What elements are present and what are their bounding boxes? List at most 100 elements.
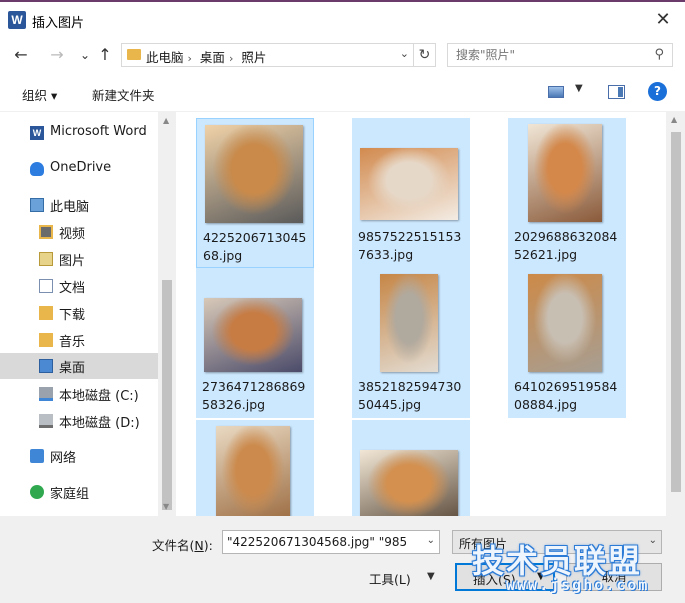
file-name: 9857522515153 7633.jpg: [358, 229, 462, 262]
sidebar-item-label: 网络: [50, 451, 77, 466]
navigation-pane-scrollbar[interactable]: ▲ ▼: [158, 112, 176, 516]
sidebar-item-onedrive[interactable]: OneDrive: [0, 156, 158, 182]
search-box[interactable]: ⚲: [447, 43, 673, 67]
sidebar-item-label: 图片: [59, 254, 86, 269]
search-icon[interactable]: ⚲: [654, 47, 664, 62]
sidebar-item-label: 下载: [59, 308, 86, 323]
breadcrumb-item-photos[interactable]: 照片: [241, 47, 266, 66]
file-thumbnail-3: [204, 298, 302, 372]
sidebar-item-label: 文档: [59, 281, 86, 296]
folder-icon: [127, 49, 141, 60]
documents-folder-icon: [39, 279, 53, 293]
file-tile[interactable]: [196, 420, 314, 516]
breadcrumb-separator-icon: ›: [187, 52, 192, 65]
sidebar-item-network[interactable]: 网络: [0, 443, 158, 469]
refresh-icon[interactable]: ↻: [414, 43, 436, 67]
sidebar-item-drive-c[interactable]: 本地磁盘 (C:): [0, 381, 158, 407]
file-name: 3852182594730 50445.jpg: [358, 379, 462, 412]
sidebar-item-label: 家庭组: [50, 487, 90, 502]
cancel-button[interactable]: 取消: [566, 563, 662, 591]
drive-c-icon: [39, 387, 53, 401]
downloads-folder-icon: [39, 306, 53, 320]
drive-d-icon: [39, 414, 53, 428]
breadcrumb-item-this-pc[interactable]: 此电脑: [146, 47, 184, 66]
file-tile[interactable]: 6410269519584 08884.jpg: [508, 268, 626, 418]
recent-locations-chevron-icon[interactable]: ⌄: [74, 44, 96, 66]
sidebar-item-pictures[interactable]: 图片: [0, 246, 158, 272]
insert-button-label: 插入(S): [473, 572, 516, 587]
forward-arrow-icon[interactable]: →: [46, 44, 68, 66]
videos-folder-icon: [39, 225, 53, 239]
sidebar-item-this-pc[interactable]: 此电脑: [0, 192, 158, 218]
scroll-up-icon[interactable]: ▲: [163, 116, 169, 125]
file-tile[interactable]: 2736471286869 58326.jpg: [196, 268, 314, 418]
computer-icon: [30, 198, 44, 212]
file-list-scrollbar[interactable]: ▲: [666, 112, 685, 516]
insert-dropdown-icon[interactable]: ▼: [537, 571, 545, 582]
chevron-down-icon[interactable]: ⌄: [649, 535, 657, 546]
file-tile[interactable]: 3852182594730 50445.jpg: [352, 268, 470, 418]
sidebar-item-label: Microsoft Word: [50, 124, 147, 139]
insert-button[interactable]: 插入(S) ▼: [455, 563, 555, 591]
chevron-down-icon[interactable]: ⌄: [427, 535, 435, 546]
sidebar-item-music[interactable]: 音乐: [0, 327, 158, 353]
file-name: 6410269519584 08884.jpg: [514, 379, 618, 412]
sidebar-item-desktop[interactable]: 桌面: [0, 353, 158, 379]
network-icon: [30, 449, 44, 463]
file-thumbnail-6: [216, 426, 290, 516]
scrollbar-thumb[interactable]: [162, 280, 172, 510]
new-folder-button[interactable]: 新建文件夹: [92, 85, 155, 104]
file-tile[interactable]: 2029688632084 52621.jpg: [508, 118, 626, 268]
sidebar-item-documents[interactable]: 文档: [0, 273, 158, 299]
view-dropdown-icon[interactable]: ▼: [575, 83, 583, 94]
sidebar-item-label: 桌面: [59, 361, 86, 376]
file-tile[interactable]: 9857522515153 7633.jpg: [352, 118, 470, 268]
pictures-folder-icon: [39, 252, 53, 266]
file-thumbnail-7: [360, 450, 458, 516]
file-tile[interactable]: 4225206713045 68.jpg: [196, 118, 314, 268]
music-folder-icon: [39, 333, 53, 347]
file-thumbnail-0: [205, 125, 303, 223]
dialog-footer: 文件名(N): "422520671304568.jpg" "985 ⌄ 所有图…: [0, 516, 685, 603]
back-arrow-icon[interactable]: ←: [10, 44, 32, 66]
address-dropdown-icon[interactable]: ⌄: [400, 47, 409, 60]
sidebar-item-label: 本地磁盘 (C:): [59, 389, 139, 404]
onedrive-icon: [30, 162, 44, 176]
sidebar-item-label: 此电脑: [50, 200, 90, 215]
file-thumbnail-5: [528, 274, 602, 372]
help-icon[interactable]: ?: [648, 82, 667, 101]
filename-label: 文件名(N):: [152, 538, 213, 553]
navigation-bar: ← → ⌄ ↑ 此电脑›桌面›照片 ⌄ ↻ ⚲: [0, 38, 685, 74]
breadcrumb-item-desktop[interactable]: 桌面: [200, 47, 225, 66]
file-type-select[interactable]: 所有图片 ⌄: [452, 530, 662, 554]
organize-button[interactable]: 组织 ▾: [22, 85, 57, 104]
up-arrow-icon[interactable]: ↑: [94, 44, 116, 66]
tools-button[interactable]: 工具(L): [369, 569, 411, 588]
file-name: 4225206713045 68.jpg: [203, 230, 307, 263]
filename-field[interactable]: "422520671304568.jpg" "985 ⌄: [222, 530, 440, 554]
file-name: 2029688632084 52621.jpg: [514, 229, 618, 262]
scroll-up-icon[interactable]: ▲: [671, 115, 677, 124]
close-icon[interactable]: ✕: [651, 8, 675, 32]
sidebar-item-homegroup[interactable]: 家庭组: [0, 479, 158, 505]
search-input[interactable]: [448, 44, 638, 66]
word-icon: W: [30, 126, 44, 140]
sidebar-item-label: 音乐: [59, 335, 86, 350]
file-tile[interactable]: [352, 420, 470, 516]
file-list: 4225206713045 68.jpg 9857522515153 7633.jp…: [176, 112, 666, 516]
scrollbar-thumb[interactable]: [671, 132, 681, 492]
sidebar-item-label: 本地磁盘 (D:): [59, 416, 140, 431]
change-view-icon[interactable]: [548, 86, 564, 98]
tools-dropdown-icon[interactable]: ▼: [427, 571, 435, 582]
title-bar: W 插入图片 ✕: [0, 0, 685, 38]
word-icon: W: [8, 11, 26, 29]
scroll-down-icon[interactable]: ▼: [163, 502, 169, 511]
file-name: 2736471286869 58326.jpg: [202, 379, 306, 412]
sidebar-item-drive-d[interactable]: 本地磁盘 (D:): [0, 408, 158, 434]
preview-pane-icon[interactable]: [608, 85, 625, 99]
sidebar-item-microsoft-word[interactable]: W Microsoft Word: [0, 120, 158, 146]
sidebar-item-videos[interactable]: 视频: [0, 219, 158, 245]
sidebar-item-downloads[interactable]: 下载: [0, 300, 158, 326]
filename-value[interactable]: "422520671304568.jpg" "985: [227, 535, 417, 549]
address-bar[interactable]: 此电脑 › 桌面 › 照片 ⌄: [121, 43, 414, 67]
